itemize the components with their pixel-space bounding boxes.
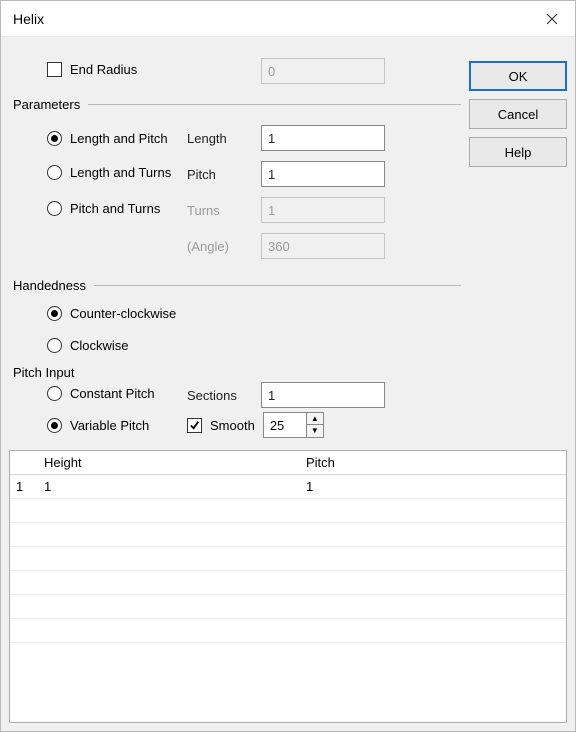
titlebar: Helix (1, 1, 575, 37)
pitch-label: Pitch (187, 167, 261, 182)
sections-field[interactable]: 1 (261, 382, 385, 408)
end-radius-label: End Radius (70, 62, 137, 77)
close-icon (546, 13, 558, 25)
radio-ccw[interactable]: Counter-clockwise (47, 306, 176, 321)
handedness-header: Handedness (13, 278, 86, 293)
spinner-up-icon[interactable]: ▲ (307, 413, 323, 425)
col-height: Height (38, 455, 300, 470)
end-radius-checkbox[interactable]: End Radius (47, 62, 137, 77)
cancel-button[interactable]: Cancel (469, 99, 567, 129)
angle-label: (Angle) (187, 239, 261, 254)
table-row[interactable]: 111 (10, 475, 566, 499)
radio-length-pitch[interactable]: Length and Pitch (47, 131, 168, 146)
length-field[interactable]: 1 (261, 125, 385, 151)
dialog-body: End Radius 0 Parameters (1, 37, 575, 731)
pitch-field[interactable]: 1 (261, 161, 385, 187)
smooth-checkbox[interactable]: Smooth (187, 418, 255, 433)
smooth-stepper[interactable]: 25 ▲ ▼ (263, 412, 324, 438)
smooth-label: Smooth (210, 418, 255, 433)
table-row[interactable]: ... (10, 595, 566, 619)
ok-button[interactable]: OK (469, 61, 567, 91)
radio-constant-pitch[interactable]: Constant Pitch (47, 386, 155, 401)
angle-field: 360 (261, 233, 385, 259)
table-row[interactable]: ... (10, 523, 566, 547)
col-pitch: Pitch (300, 455, 566, 470)
radio-pitch-turns[interactable]: Pitch and Turns (47, 201, 160, 216)
table-row[interactable]: ... (10, 571, 566, 595)
length-label: Length (187, 131, 261, 146)
helix-dialog: Helix End Radius 0 (0, 0, 576, 732)
pitch-table[interactable]: Height Pitch 111.................. (9, 450, 567, 723)
table-row[interactable]: ... (10, 547, 566, 571)
table-header: Height Pitch (10, 451, 566, 475)
turns-field: 1 (261, 197, 385, 223)
end-radius-field: 0 (261, 58, 385, 84)
table-body: 111.................. (10, 475, 566, 643)
radio-length-turns[interactable]: Length and Turns (47, 165, 171, 180)
radio-cw[interactable]: Clockwise (47, 338, 129, 353)
sections-label: Sections (187, 388, 261, 403)
close-button[interactable] (529, 1, 575, 36)
help-button[interactable]: Help (469, 137, 567, 167)
turns-label: Turns (187, 203, 261, 218)
spinner-down-icon[interactable]: ▼ (307, 425, 323, 437)
parameters-header: Parameters (13, 97, 80, 112)
window-title: Helix (13, 11, 44, 27)
table-row[interactable]: ... (10, 619, 566, 643)
pitch-input-header: Pitch Input (13, 365, 74, 380)
table-row[interactable]: ... (10, 499, 566, 523)
radio-variable-pitch[interactable]: Variable Pitch (47, 418, 149, 433)
